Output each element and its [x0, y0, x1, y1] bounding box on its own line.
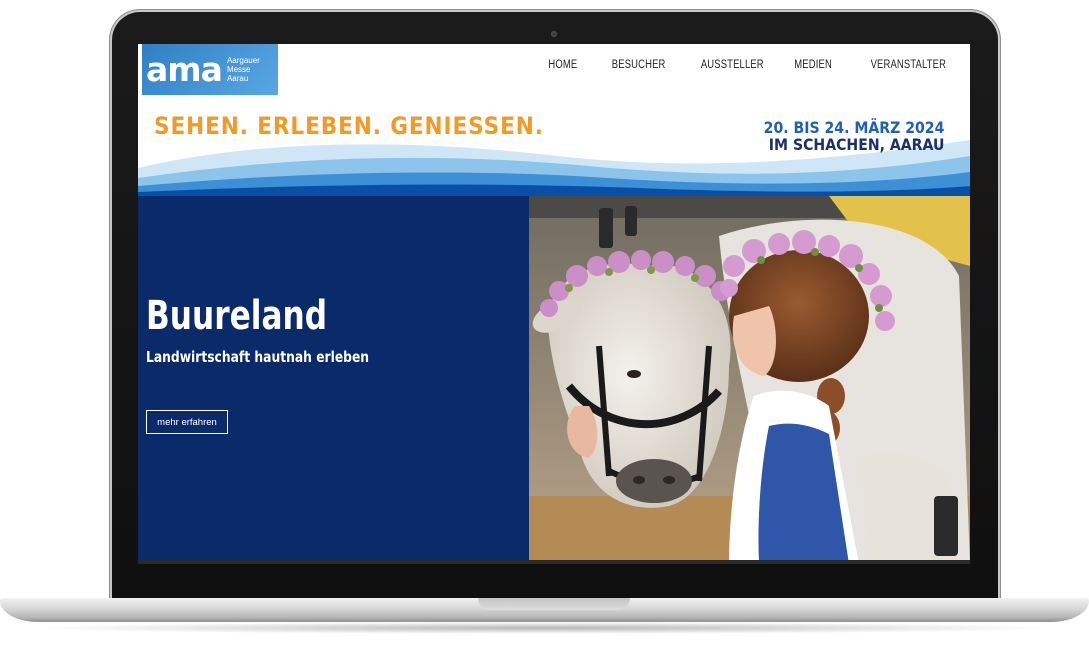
logo-line: Messe	[226, 65, 251, 74]
mehr-erfahren-button[interactable]: mehr erfahren	[146, 410, 228, 434]
ama-logo[interactable]: ama Aargauer Messe Aarau	[142, 44, 278, 95]
nav-item-besucher[interactable]: BESUCHER	[611, 59, 665, 71]
logo-subtitle: Aargauer Messe Aarau	[227, 56, 260, 83]
hero-text-panel: Buureland Landwirtschaft hautnah erleben…	[138, 196, 529, 564]
logo-wordmark: ama	[146, 50, 223, 89]
hero-title: Buureland	[146, 293, 328, 339]
laptop-screen: ama Aargauer Messe Aarau HOME BESUCHER A…	[138, 44, 970, 564]
laptop-shadow	[30, 622, 1059, 634]
nav-item-aussteller[interactable]: AUSSTELLER	[701, 59, 764, 71]
hero-photo-illustration	[529, 196, 970, 564]
nav-item-medien[interactable]: MEDIEN	[794, 59, 832, 71]
site-header: ama Aargauer Messe Aarau HOME BESUCHER A…	[138, 44, 970, 196]
screen-bottom-edge	[138, 560, 970, 564]
hero-photo	[529, 196, 970, 564]
logo-line: Aargauer	[226, 56, 260, 65]
nav-item-veranstalter[interactable]: VERANSTALTER	[870, 59, 946, 71]
main-navigation: HOME BESUCHER AUSSTELLER MEDIEN VERANSTA…	[542, 59, 946, 71]
logo-line: Aarau	[226, 74, 249, 83]
laptop-opening-notch	[478, 598, 630, 610]
event-date: 20. BIS 24. MÄRZ 2024 IM SCHACHEN, AARAU	[763, 119, 944, 153]
event-date-line: 20. BIS 24. MÄRZ 2024	[763, 118, 944, 137]
event-location-line: IM SCHACHEN, AARAU	[768, 135, 944, 154]
webcam-icon	[551, 31, 557, 37]
slogan: SEHEN. ERLEBEN. GENIESSEN.	[154, 112, 544, 140]
hero-subtitle: Landwirtschaft hautnah erleben	[146, 348, 370, 366]
hero-section: Buureland Landwirtschaft hautnah erleben…	[138, 196, 970, 564]
nav-item-home[interactable]: HOME	[549, 59, 578, 71]
